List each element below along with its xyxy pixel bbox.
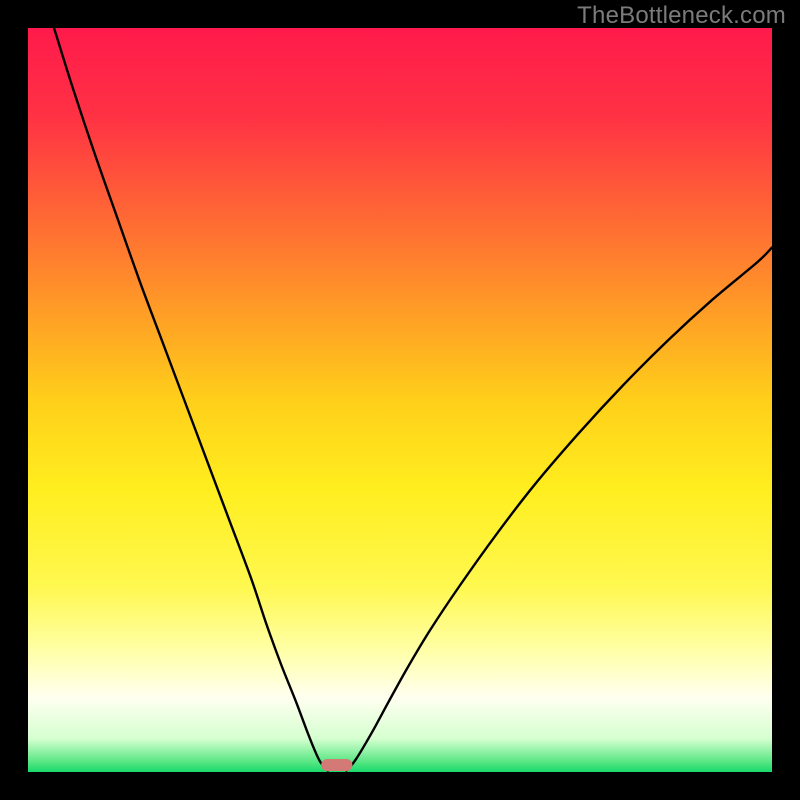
watermark-text: TheBottleneck.com xyxy=(577,2,786,30)
chart-frame: TheBottleneck.com xyxy=(0,0,800,800)
plot-area xyxy=(28,28,772,772)
optimal-marker-pill xyxy=(321,759,352,771)
optimal-marker xyxy=(321,759,352,771)
gradient-background xyxy=(28,28,772,772)
bottleneck-chart xyxy=(28,28,772,772)
